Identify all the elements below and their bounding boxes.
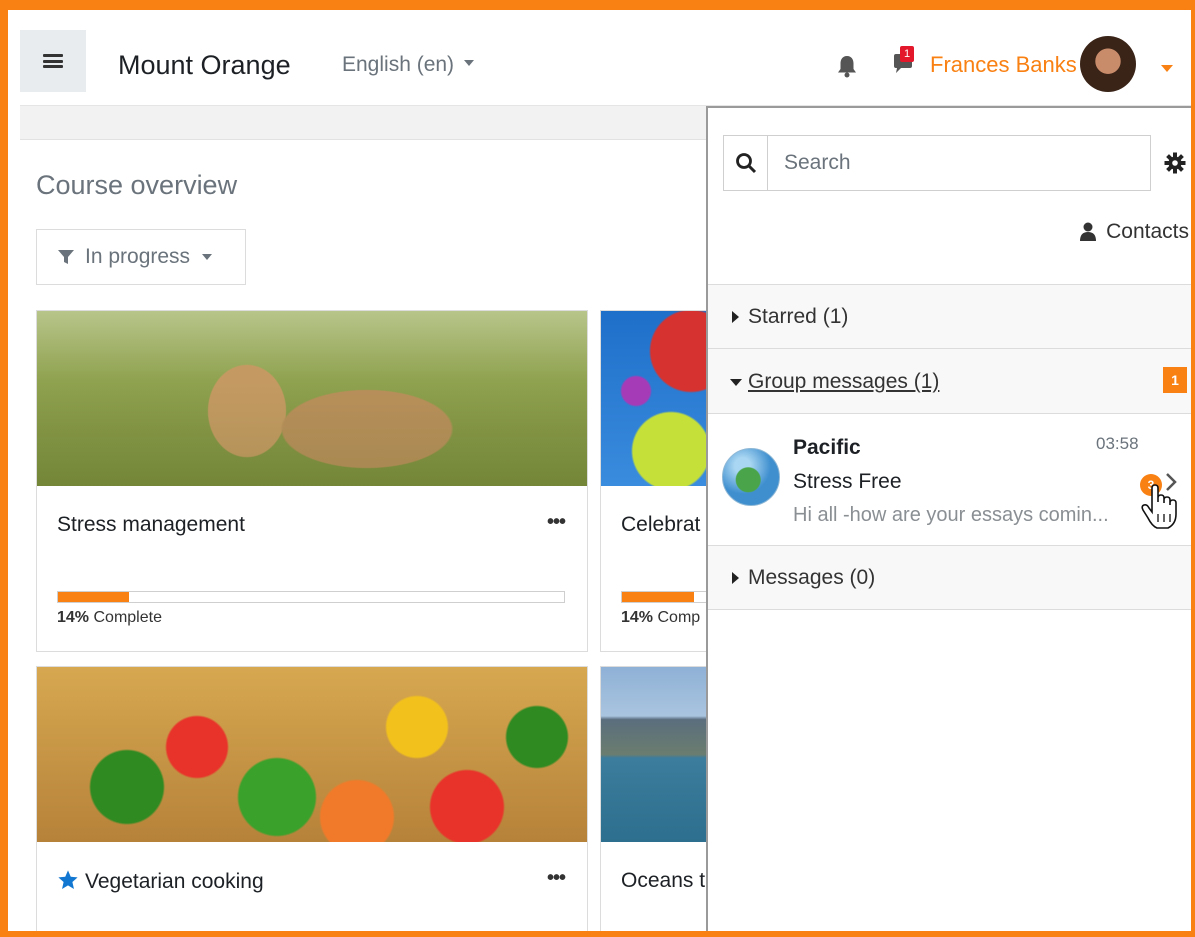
search-button[interactable] — [724, 136, 768, 190]
filter-dropdown[interactable]: In progress — [36, 229, 246, 285]
filter-label: In progress — [85, 245, 191, 268]
course-image[interactable] — [37, 667, 587, 842]
group-unread-badge: 1 — [1163, 367, 1187, 393]
person-icon — [1080, 222, 1097, 241]
page: Mount Orange English (en) 1 Frances Bank… — [20, 20, 1191, 931]
search-input[interactable] — [770, 136, 1148, 190]
progress-fill — [58, 592, 129, 602]
conversation-item[interactable]: Pacific 03:58 Stress Free Hi all -how ar… — [708, 413, 1191, 545]
navbar: Mount Orange English (en) 1 Frances Bank… — [20, 20, 1191, 106]
conversation-name: Pacific — [793, 436, 861, 459]
progress-percent: 14% — [57, 609, 90, 626]
course-menu-button[interactable]: ••• — [547, 511, 566, 534]
group-messages-label: Group messages (1) — [748, 370, 940, 393]
hamburger-icon — [43, 54, 63, 68]
search-icon — [735, 153, 756, 174]
complete-label: Comp — [657, 609, 701, 626]
conversation-time: 03:58 — [1096, 434, 1139, 453]
user-menu-caret-icon[interactable] — [1161, 65, 1173, 72]
course-name-label: Vegetarian cooking — [85, 870, 264, 893]
caret-down-icon — [202, 254, 213, 260]
group-messages-section[interactable]: Group messages (1) 1 — [708, 348, 1191, 413]
course-menu-button[interactable]: ••• — [547, 867, 566, 890]
group-avatar — [722, 448, 780, 506]
progress-text: 14% Complete — [57, 609, 162, 627]
starred-section[interactable]: Starred (1) — [708, 284, 1191, 348]
progress-bar — [57, 591, 565, 603]
course-card[interactable]: Vegetarian cooking ••• — [36, 666, 588, 931]
progress-percent: 14% — [621, 609, 654, 626]
drawer-empty-area — [708, 609, 1191, 931]
course-name[interactable]: Vegetarian cooking — [57, 869, 264, 894]
progress-fill — [622, 592, 695, 602]
messages-section[interactable]: Messages (0) — [708, 545, 1191, 609]
course-card[interactable]: Stress management ••• 14% Complete — [36, 310, 588, 652]
contacts-label: Contacts — [1106, 220, 1189, 243]
caret-right-icon — [732, 572, 739, 584]
user-name[interactable]: Frances Banks — [930, 52, 1077, 78]
hand-cursor-icon — [1141, 484, 1177, 529]
avatar[interactable] — [1080, 36, 1136, 92]
language-label: English (en) — [342, 53, 455, 76]
gear-icon[interactable] — [1164, 152, 1186, 174]
conversation-subject: Stress Free — [793, 470, 902, 493]
filter-icon — [58, 250, 74, 264]
star-icon — [58, 870, 78, 889]
messages-count-badge: 1 — [900, 46, 914, 62]
course-name[interactable]: Stress management — [57, 513, 245, 537]
bell-icon[interactable] — [836, 54, 858, 78]
caret-down-icon — [464, 60, 475, 67]
screenshot-frame: Mount Orange English (en) 1 Frances Bank… — [0, 0, 1195, 937]
messages-label: Messages (0) — [748, 566, 876, 589]
course-name[interactable]: Celebrat — [621, 513, 700, 537]
search-box — [723, 135, 1151, 191]
course-image[interactable] — [37, 311, 587, 486]
course-name[interactable]: Oceans t — [621, 869, 705, 893]
starred-label: Starred (1) — [748, 305, 849, 328]
message-drawer: Contacts Starred (1) Group messages (1) … — [706, 106, 1191, 931]
progress-text: 14% Comp — [621, 609, 700, 627]
caret-right-icon — [732, 311, 739, 323]
language-selector[interactable]: English (en) — [342, 53, 475, 77]
hamburger-menu-button[interactable] — [20, 30, 86, 92]
contacts-link[interactable]: Contacts — [1080, 220, 1189, 244]
secondary-bar — [20, 106, 720, 140]
conversation-preview: Hi all -how are your essays comin... — [793, 504, 1109, 526]
page-title: Course overview — [36, 170, 238, 200]
caret-down-icon — [730, 379, 742, 386]
complete-label: Complete — [93, 609, 162, 626]
site-name[interactable]: Mount Orange — [118, 50, 291, 81]
